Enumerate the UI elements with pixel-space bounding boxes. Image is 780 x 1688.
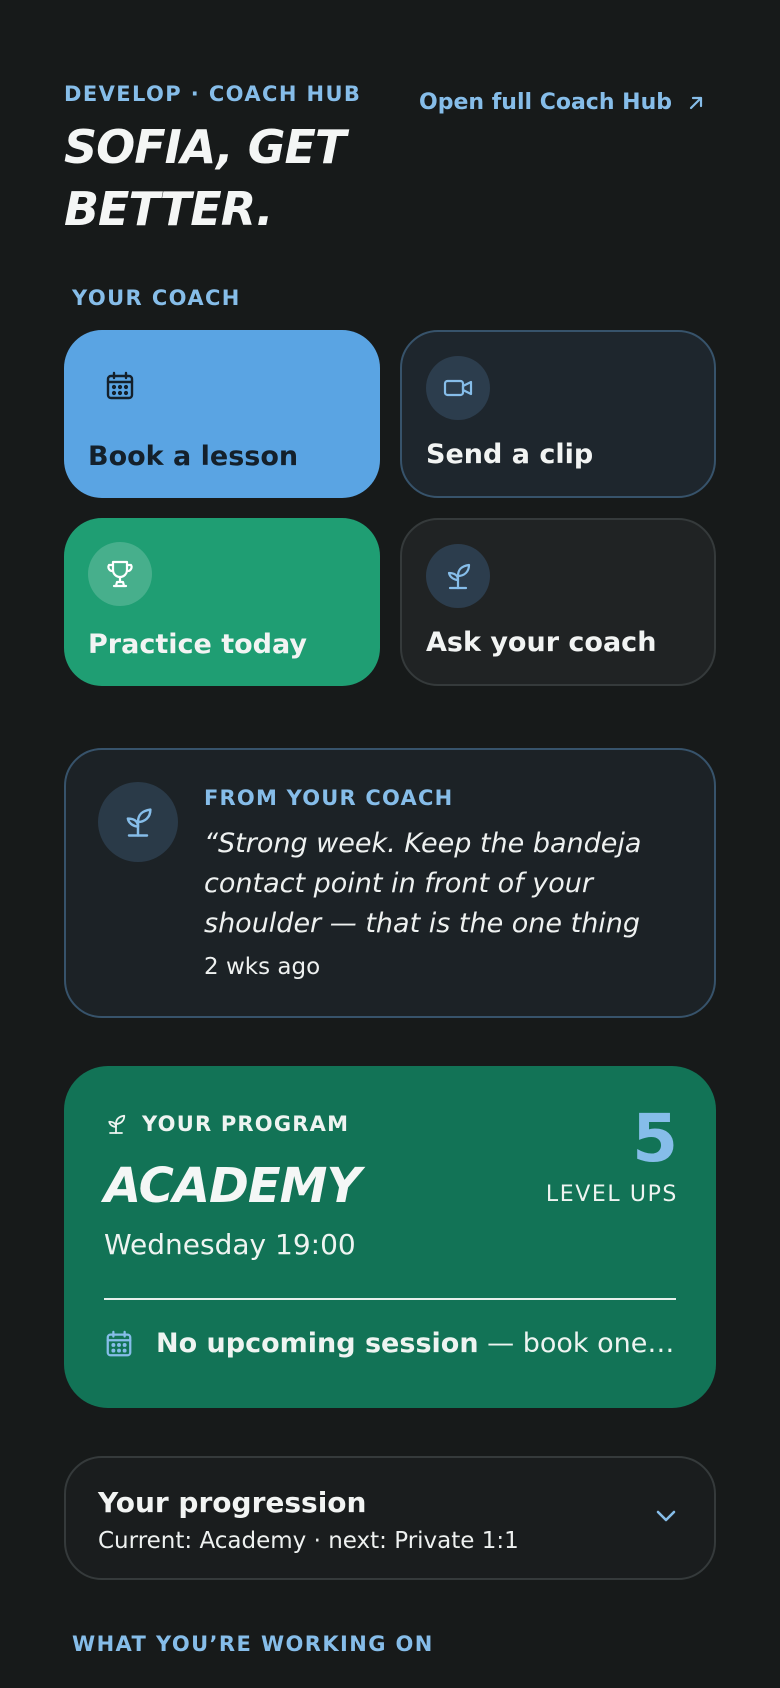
send-clip-label: Send a clip <box>426 439 594 470</box>
ask-coach-tile[interactable]: Ask your coach <box>400 518 716 686</box>
arrow-up-right-icon <box>689 96 703 109</box>
calendar-icon <box>106 371 134 400</box>
open-coach-hub-label: Open full Coach Hub <box>419 90 672 115</box>
level-ups-label: LEVEL UPS <box>545 1182 678 1207</box>
video-icon <box>443 379 473 397</box>
progression-card[interactable]: Your progression Current: Academy · next… <box>64 1456 716 1580</box>
header: DEVELOP · COACH HUB SOFIA, GET BETTER. O… <box>64 82 716 240</box>
coach-avatar <box>98 782 178 862</box>
chevron-down-icon[interactable] <box>652 1502 680 1530</box>
sprout-icon <box>126 808 152 837</box>
practice-today-label: Practice today <box>88 629 307 660</box>
open-coach-hub-link[interactable]: Open full Coach Hub <box>419 90 706 115</box>
coach-message-time: 2 wks ago <box>204 954 321 980</box>
program-divider <box>104 1298 676 1300</box>
progression-subtitle: Current: Academy · next: Private 1:1 <box>98 1528 519 1554</box>
session-status: No upcoming session <box>156 1328 479 1359</box>
clip-icon-wrap <box>426 356 490 420</box>
program-schedule: Wednesday 19:00 <box>104 1228 356 1261</box>
upcoming-session-text: No upcoming session — book one u... <box>156 1328 676 1359</box>
program-eyebrow-label: YOUR PROGRAM <box>142 1112 350 1136</box>
program-name: ACADEMY <box>104 1158 361 1214</box>
coach-hub-screen: DEVELOP · COACH HUB SOFIA, GET BETTER. O… <box>0 0 780 1688</box>
level-ups-count: 5 <box>632 1100 678 1177</box>
calendar-icon <box>106 1330 132 1356</box>
working-on-label: WHAT YOU’RE WORKING ON <box>72 1632 434 1656</box>
sprout-icon <box>108 1114 126 1134</box>
trophy-icon <box>107 560 133 588</box>
coach-message-eyebrow: FROM YOUR COACH <box>204 786 454 810</box>
your-coach-label: YOUR COACH <box>72 286 241 310</box>
program-eyebrow: YOUR PROGRAM <box>104 1112 349 1136</box>
progression-title: Your progression <box>98 1486 367 1519</box>
send-clip-tile[interactable]: Send a clip <box>400 330 716 498</box>
program-card[interactable]: YOUR PROGRAM ACADEMY Wednesday 19:00 5 L… <box>64 1066 716 1408</box>
ask-coach-label: Ask your coach <box>426 627 657 658</box>
book-lesson-label: Book a lesson <box>88 441 299 472</box>
practice-today-tile[interactable]: Practice today <box>64 518 380 686</box>
session-hint: — book one u... <box>487 1328 676 1359</box>
ask-icon-wrap <box>426 544 490 608</box>
sprout-icon <box>447 563 471 590</box>
book-lesson-tile[interactable]: Book a lesson <box>64 330 380 498</box>
page-title: SOFIA, GET BETTER. <box>64 120 346 236</box>
upcoming-session-row[interactable]: No upcoming session — book one u... <box>104 1328 676 1359</box>
coach-message-card[interactable]: FROM YOUR COACH “Strong week. Keep the b… <box>64 748 716 1018</box>
practice-icon-wrap <box>88 542 152 606</box>
coach-message-quote: “Strong week. Keep the bandeja contact p… <box>204 828 642 939</box>
book-icon-wrap <box>88 354 152 418</box>
coach-message-body: FROM YOUR COACH “Strong week. Keep the b… <box>204 786 686 980</box>
